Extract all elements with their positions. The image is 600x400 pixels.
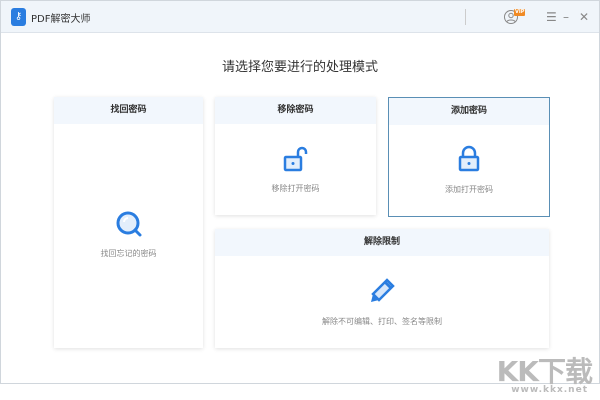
close-icon[interactable]: ✕ bbox=[579, 9, 589, 25]
title-bar: ⚷ PDF解密大师 VIP ☰ – ✕ bbox=[1, 1, 599, 33]
watermark-url: www.kkx.net bbox=[511, 385, 588, 395]
divider bbox=[465, 9, 466, 25]
card-description: 移除打开密码 bbox=[271, 184, 320, 193]
card-remove-restrictions[interactable]: 解除限制 解除不可编辑、打印、签名等限制 bbox=[215, 229, 549, 348]
card-description: 解除不可编辑、打印、签名等限制 bbox=[322, 317, 442, 326]
card-description: 找回忘记的密码 bbox=[100, 249, 157, 258]
vip-badge: VIP bbox=[514, 9, 526, 16]
lock-icon bbox=[457, 145, 481, 177]
menu-icon[interactable]: ☰ bbox=[546, 9, 557, 25]
app-logo-icon: ⚷ bbox=[11, 8, 26, 26]
minimize-icon[interactable]: – bbox=[563, 9, 569, 25]
card-description: 添加打开密码 bbox=[445, 185, 493, 194]
card-remove-password[interactable]: 移除密码 移除打开密码 bbox=[215, 97, 376, 215]
page-title: 请选择您要进行的处理模式 bbox=[221, 60, 378, 75]
card-title: 找回密码 bbox=[54, 97, 203, 124]
pencil-icon bbox=[368, 277, 396, 309]
watermark-logo: KK下载 bbox=[496, 355, 593, 388]
app-window: ⚷ PDF解密大师 VIP ☰ – ✕ 请选择您要进行的处理模式 找回密码 找回… bbox=[0, 0, 600, 384]
search-icon bbox=[115, 210, 143, 242]
card-title: 解除限制 bbox=[215, 229, 549, 256]
card-add-password[interactable]: 添加密码 添加打开密码 bbox=[388, 97, 550, 217]
card-title: 添加密码 bbox=[389, 98, 549, 125]
app-title: PDF解密大师 bbox=[31, 14, 91, 25]
unlock-icon bbox=[282, 145, 310, 177]
card-recover-password[interactable]: 找回密码 找回忘记的密码 bbox=[54, 97, 203, 348]
card-title: 移除密码 bbox=[215, 97, 376, 124]
